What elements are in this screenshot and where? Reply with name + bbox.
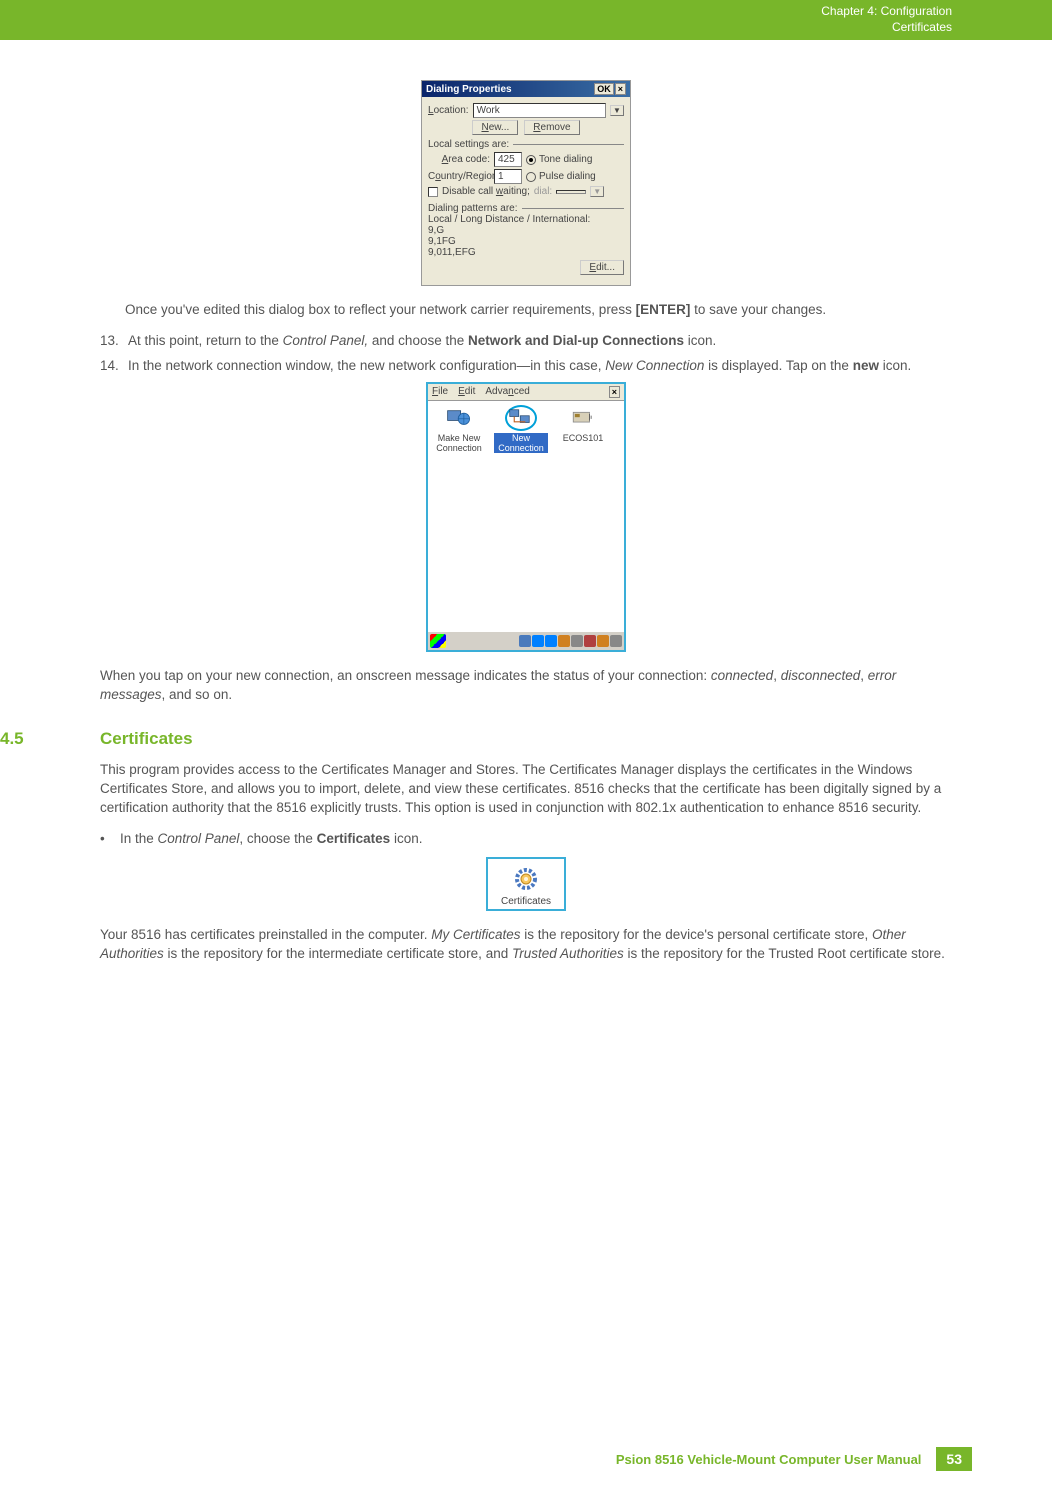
disable-call-waiting-checkbox[interactable]: [428, 187, 438, 197]
tray-icon[interactable]: [532, 635, 544, 647]
tone-dialing-radio[interactable]: Tone dialing: [526, 154, 592, 165]
local-settings-legend: Local settings are:: [428, 139, 513, 150]
area-code-label: Area code:: [428, 154, 490, 165]
local-settings-group: Local settings are: Area code: 425 Tone …: [428, 139, 624, 199]
edit-menu[interactable]: Edit: [458, 386, 475, 398]
certificates-paragraph-1: This program provides access to the Cert…: [100, 761, 952, 818]
system-tray: [519, 635, 622, 647]
section-line: Certificates: [821, 20, 952, 36]
pattern-line-3: 9,011,EFG: [428, 247, 624, 258]
advanced-menu[interactable]: Advanced: [485, 386, 529, 398]
tray-icon[interactable]: [519, 635, 531, 647]
dialog-titlebar: Dialing Properties OK ×: [422, 81, 630, 97]
country-input[interactable]: 1: [494, 169, 522, 184]
tray-icon[interactable]: [610, 635, 622, 647]
pulse-dialing-radio[interactable]: Pulse dialing: [526, 171, 596, 182]
step-13: 13. At this point, return to the Control…: [100, 332, 952, 351]
dropdown-arrow-icon[interactable]: ▼: [610, 105, 624, 116]
location-dropdown[interactable]: Work: [473, 103, 606, 118]
pattern-line-1: 9,G: [428, 225, 624, 236]
chapter-line: Chapter 4: Configuration: [821, 4, 952, 20]
start-button-icon[interactable]: [430, 634, 446, 648]
page-header: Chapter 4: Configuration Certificates: [0, 0, 1052, 40]
paragraph-after-dialog2: When you tap on your new connection, an …: [100, 667, 952, 705]
close-button[interactable]: ×: [615, 83, 626, 95]
section-4-5-heading: 4.5 Certificates: [100, 729, 952, 749]
dial-label: dial:: [534, 186, 552, 197]
page-number: 53: [936, 1447, 972, 1471]
patterns-desc: Local / Long Distance / International:: [428, 214, 624, 225]
make-new-connection-icon[interactable]: Make New Connection: [432, 405, 486, 453]
tray-icon[interactable]: [545, 635, 557, 647]
pattern-line-2: 9,1FG: [428, 236, 624, 247]
new-button[interactable]: New...: [472, 120, 518, 135]
dialing-properties-dialog: Dialing Properties OK × Location: Work ▼…: [421, 80, 631, 286]
ecos101-icon[interactable]: ECOS101: [556, 405, 610, 443]
network-connections-window: File Edit Advanced × Make New Connection: [426, 382, 626, 652]
dial-dropdown-arrow-icon: ▼: [590, 186, 604, 197]
section-number: 4.5: [0, 729, 100, 749]
edit-button[interactable]: Edit...: [580, 260, 624, 275]
location-label: Location:: [428, 105, 469, 116]
step-number: 14.: [100, 357, 128, 376]
disable-cw-label: Disable call waiting;: [442, 186, 530, 197]
ok-button[interactable]: OK: [594, 83, 614, 95]
tray-icon[interactable]: [558, 635, 570, 647]
certificates-bullet: • In the Control Panel, choose the Certi…: [100, 830, 952, 849]
page-footer: Psion 8516 Vehicle-Mount Computer User M…: [616, 1447, 972, 1471]
file-menu[interactable]: File: [432, 386, 448, 398]
patterns-legend: Dialing patterns are:: [428, 203, 522, 214]
tray-icon[interactable]: [571, 635, 583, 647]
certificates-icon-label: Certificates: [492, 896, 560, 907]
dialog-title: Dialing Properties: [426, 84, 512, 95]
gear-certificate-icon: [512, 865, 540, 893]
step-number: 13.: [100, 332, 128, 351]
country-label: Country/Region:: [428, 171, 490, 182]
globe-monitor-icon: [446, 407, 472, 429]
connection-icons-area: Make New Connection New Connection: [428, 401, 624, 631]
taskbar: [428, 631, 624, 650]
tray-icon[interactable]: [584, 635, 596, 647]
close-button[interactable]: ×: [609, 386, 620, 398]
area-code-input[interactable]: 425: [494, 152, 522, 167]
dial-input: [556, 190, 586, 194]
network-card-icon: [570, 407, 596, 429]
section-title: Certificates: [100, 729, 193, 749]
header-text-block: Chapter 4: Configuration Certificates: [821, 4, 952, 35]
new-connection-icon[interactable]: New Connection: [494, 405, 548, 453]
dialing-patterns-group: Dialing patterns are: Local / Long Dista…: [428, 203, 624, 277]
connection-monitors-icon: [509, 407, 533, 429]
paragraph-after-dialog1: Once you've edited this dialog box to re…: [125, 301, 952, 320]
tray-icon[interactable]: [597, 635, 609, 647]
step-14: 14. In the network connection window, th…: [100, 357, 952, 376]
menu-bar: File Edit Advanced ×: [428, 384, 624, 401]
certificates-paragraph-2: Your 8516 has certificates preinstalled …: [100, 926, 952, 964]
certificates-icon-box[interactable]: Certificates: [486, 857, 566, 911]
remove-button[interactable]: Remove: [524, 120, 579, 135]
footer-manual-title: Psion 8516 Vehicle-Mount Computer User M…: [616, 1452, 922, 1467]
